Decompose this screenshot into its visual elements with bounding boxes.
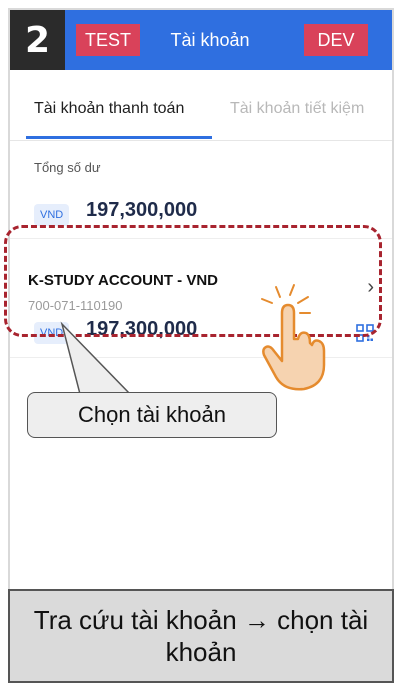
- tab-payment-accounts[interactable]: Tài khoản thanh toán: [34, 100, 184, 118]
- callout-label: Chọn tài khoản: [27, 392, 277, 438]
- phone-screen: 2 TEST Tài khoản DEV Tài khoản thanh toá…: [8, 8, 394, 683]
- active-tab-indicator: [26, 136, 212, 139]
- footer-caption: Tra cứu tài khoản → chọn tài khoản: [8, 589, 394, 683]
- test-env-tag: TEST: [76, 24, 140, 56]
- dev-env-tag: DEV: [304, 24, 368, 56]
- tab-savings-accounts[interactable]: Tài khoản tiết kiệm: [230, 100, 364, 118]
- divider: [10, 357, 392, 358]
- screen-title: Tài khoản: [170, 29, 250, 50]
- total-balance-amount: 197,300,000: [86, 199, 198, 221]
- total-balance-label: Tổng số dư: [34, 160, 101, 175]
- account-tabs: Tài khoản thanh toán Tài khoản tiết kiệm: [10, 70, 392, 141]
- tap-hand-icon: [261, 284, 326, 391]
- total-balance-currency: VND: [34, 204, 70, 226]
- top-bar: 2 TEST Tài khoản DEV: [10, 10, 392, 70]
- step-number-badge: 2: [10, 10, 65, 70]
